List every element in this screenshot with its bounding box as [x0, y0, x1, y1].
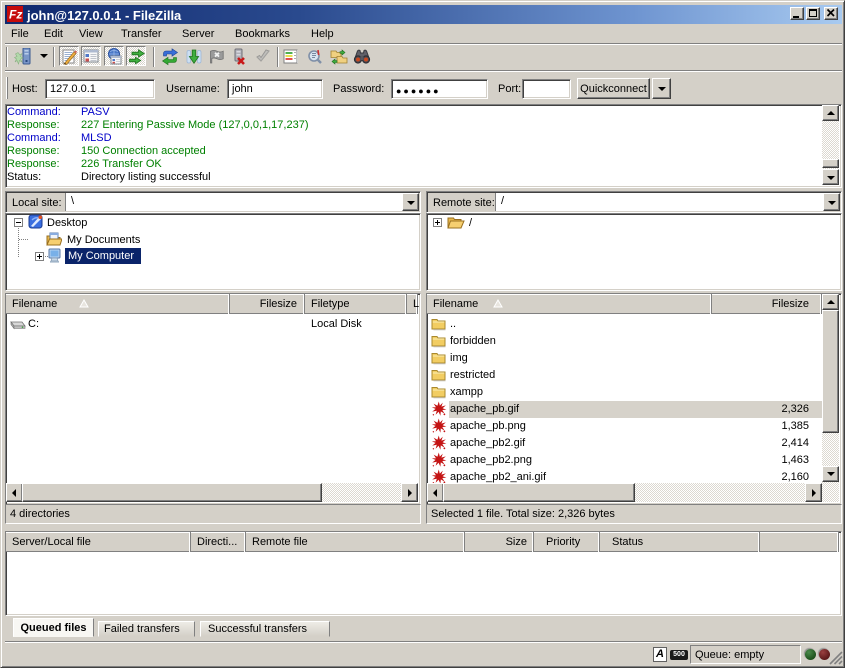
- svg-text:Fz: Fz: [9, 8, 22, 22]
